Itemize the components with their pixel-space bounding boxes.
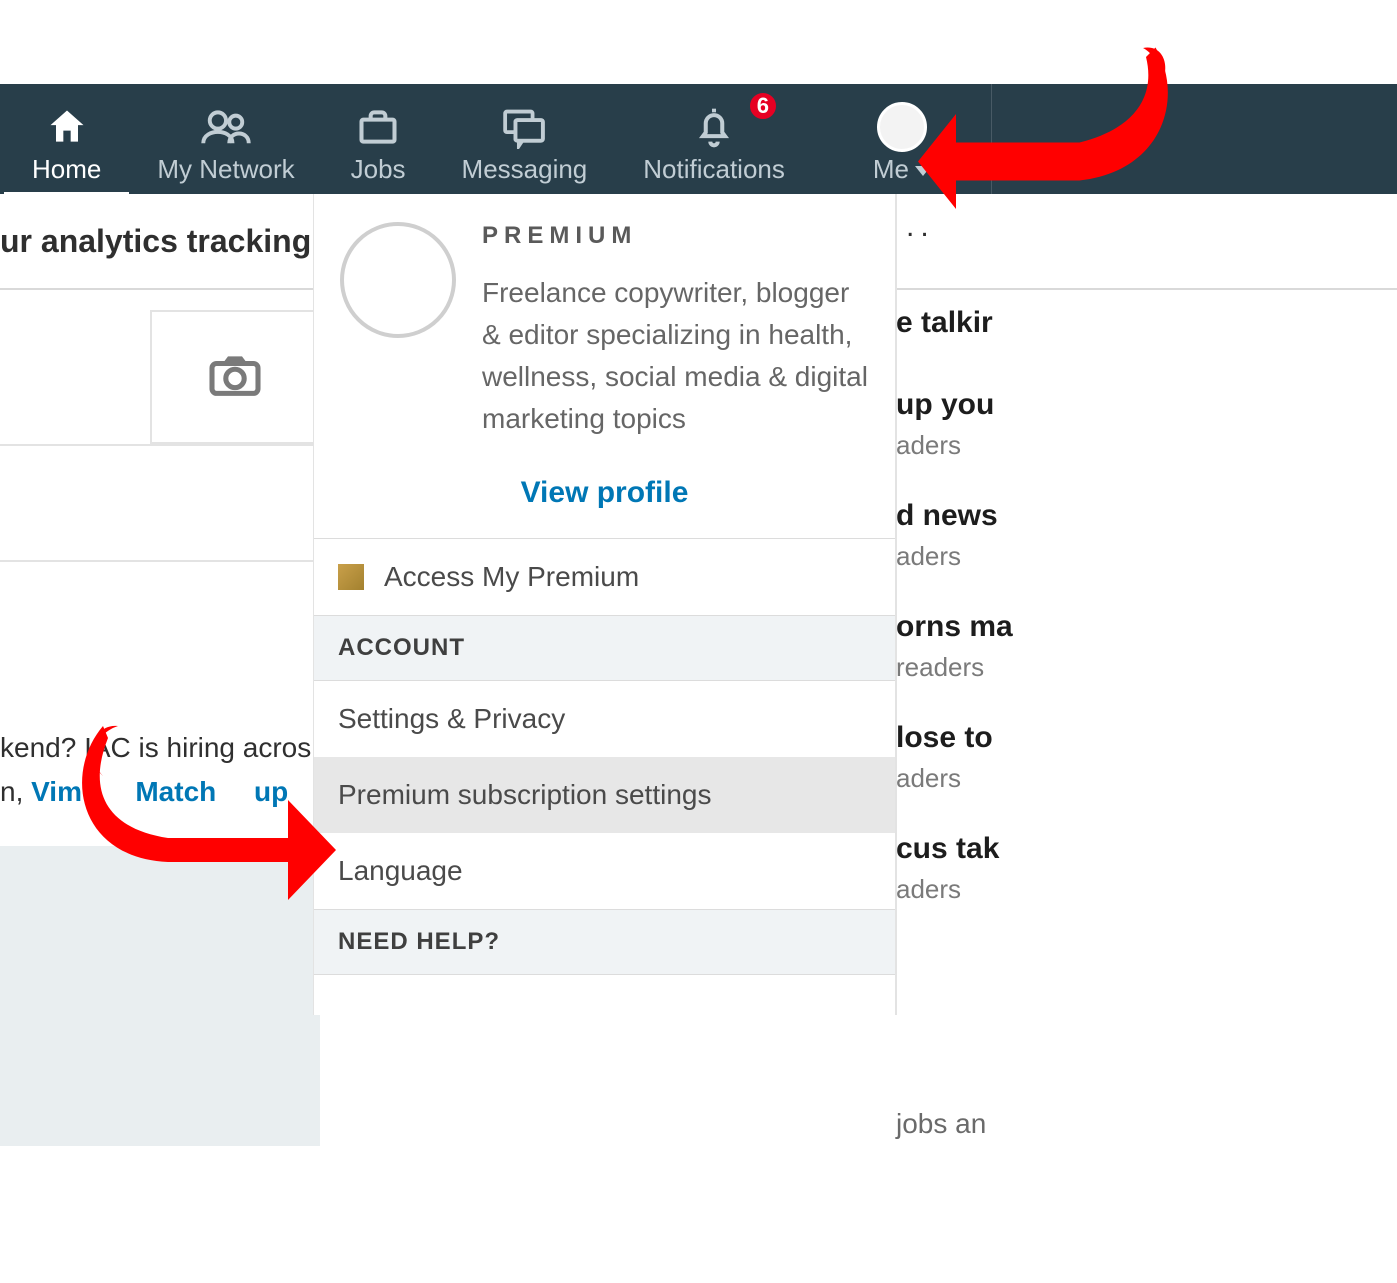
nav-home-label: Home [32, 154, 101, 185]
feed-divider [0, 444, 320, 446]
settings-privacy-label: Settings & Privacy [338, 703, 565, 735]
top-navbar: Home My Network Jobs [0, 84, 1397, 194]
dropdown-profile-section: PREMIUM Freelance copywriter, blogger & … [314, 194, 895, 460]
subbar-ellipsis: .. [906, 210, 935, 244]
nav-home[interactable]: Home [4, 84, 129, 194]
people-icon [200, 104, 252, 150]
nav-messaging-label: Messaging [462, 154, 588, 185]
news-headline[interactable]: lose to [896, 715, 1396, 761]
briefcase-icon [355, 104, 401, 150]
settings-privacy-row[interactable]: Settings & Privacy [314, 681, 895, 757]
dropdown-section-help: NEED HELP? [314, 909, 895, 975]
nav-notifications[interactable]: 6 Notifications [615, 84, 813, 194]
home-icon [45, 104, 89, 150]
nav-jobs[interactable]: Jobs [323, 84, 434, 194]
nav-network-label: My Network [157, 154, 294, 185]
premium-chip-icon [338, 564, 364, 590]
messaging-icon [500, 104, 548, 150]
post-photo-tile[interactable] [150, 310, 320, 444]
dropdown-section-account: ACCOUNT [314, 615, 895, 681]
news-readers: readers [896, 652, 1396, 683]
news-headline[interactable]: e talkir [896, 300, 1396, 346]
right-news-column: e talkir up you aders d news aders orns … [896, 300, 1396, 937]
bell-icon [692, 104, 736, 150]
view-profile-link[interactable]: View profile [314, 460, 895, 538]
camera-icon [207, 352, 263, 403]
avatar-large [340, 222, 456, 338]
news-readers: aders [896, 430, 1396, 461]
feed-divider [0, 560, 320, 562]
news-headline[interactable]: d news [896, 493, 1396, 539]
me-dropdown: PREMIUM Freelance copywriter, blogger & … [314, 194, 897, 1015]
news-readers: aders [896, 541, 1396, 572]
language-label: Language [338, 855, 463, 887]
news-headline[interactable]: up you [896, 382, 1396, 428]
nav-me[interactable]: Me [813, 84, 971, 194]
feed-link[interactable]: Match [135, 776, 216, 807]
chevron-down-icon [915, 166, 931, 176]
access-premium-row[interactable]: Access My Premium [314, 539, 895, 615]
nav-network[interactable]: My Network [129, 84, 322, 194]
feed-text-snippet: kend? IAC is hiring acros n, Vime Match … [0, 726, 320, 814]
profile-description: Freelance copywriter, blogger & editor s… [482, 272, 869, 440]
feed-link[interactable]: Vime [31, 776, 97, 807]
notification-badge: 6 [747, 90, 779, 122]
premium-label: PREMIUM [482, 222, 869, 250]
nav-me-label: Me [873, 154, 931, 185]
premium-subscription-settings-row[interactable]: Premium subscription settings [314, 757, 895, 833]
news-readers: aders [896, 763, 1396, 794]
language-row[interactable]: Language [314, 833, 895, 909]
news-headline[interactable]: orns ma [896, 604, 1396, 650]
avatar-small [877, 104, 927, 150]
right-column-footer: jobs an [896, 1108, 986, 1140]
feed-image-placeholder [0, 846, 320, 1146]
news-headline[interactable]: cus tak [896, 826, 1396, 872]
nav-messaging[interactable]: Messaging [434, 84, 616, 194]
nav-separator [991, 84, 992, 194]
premium-subscription-settings-label: Premium subscription settings [338, 779, 711, 811]
nav-jobs-label: Jobs [351, 154, 406, 185]
access-premium-label: Access My Premium [384, 561, 639, 593]
nav-notifications-label: Notifications [643, 154, 785, 185]
news-readers: aders [896, 874, 1396, 905]
sub-header-text: ur analytics tracking, [0, 223, 320, 260]
feed-link[interactable]: up [254, 776, 288, 807]
